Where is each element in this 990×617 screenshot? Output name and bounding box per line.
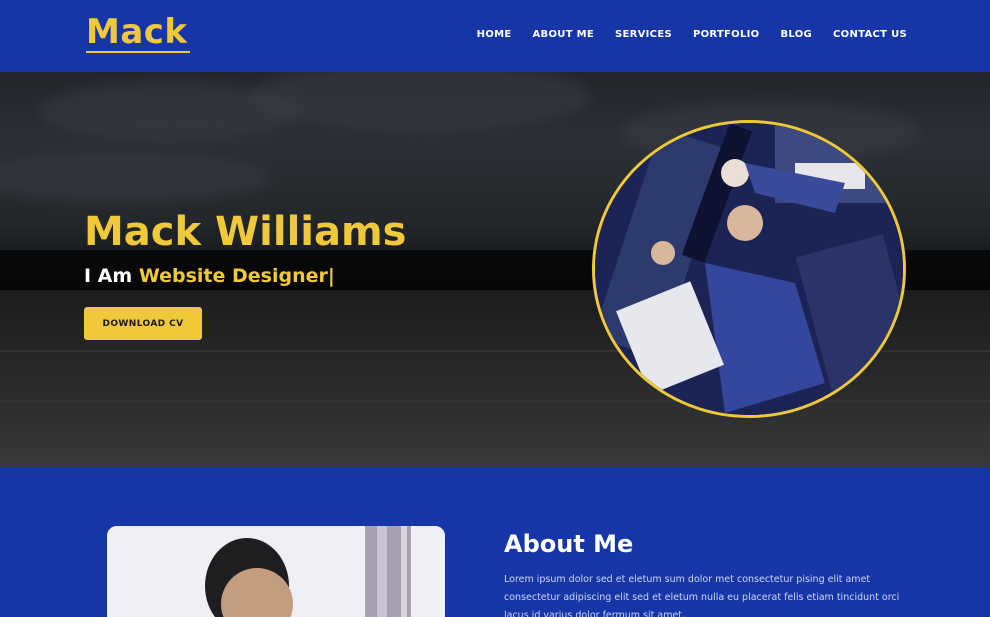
logo-underline xyxy=(86,51,190,53)
about-text: Lorem ipsum dolor sed et eletum sum dolo… xyxy=(504,574,900,617)
site-logo[interactable]: Mack xyxy=(86,12,188,52)
nav-contact-us[interactable]: CONTACT US xyxy=(833,29,907,40)
top-navbar: Mack HOME ABOUT ME SERVICES PORTFOLIO BL… xyxy=(0,0,990,72)
nav-about-me[interactable]: ABOUT ME xyxy=(533,29,594,40)
road-line xyxy=(0,400,990,402)
nav-services[interactable]: SERVICES xyxy=(615,29,672,40)
hero-intro: I Am xyxy=(84,265,139,287)
hero-section: Mack Williams I Am Website Designer| DOW… xyxy=(0,72,990,467)
nav-portfolio[interactable]: PORTFOLIO xyxy=(693,29,760,40)
main-menu: HOME ABOUT ME SERVICES PORTFOLIO BLOG CO… xyxy=(477,29,907,40)
cloud-shape xyxy=(250,72,590,132)
about-title: About Me xyxy=(504,530,634,558)
hero-role: Website Designer| xyxy=(138,265,335,287)
download-cv-button[interactable]: DOWNLOAD CV xyxy=(84,307,202,340)
portrait-illustration xyxy=(595,123,903,415)
hero-portrait-image xyxy=(592,120,906,418)
about-photo xyxy=(107,526,445,617)
nav-blog[interactable]: BLOG xyxy=(780,29,812,40)
nav-home[interactable]: HOME xyxy=(477,29,512,40)
hero-name: Mack Williams xyxy=(84,209,407,255)
about-photo-card xyxy=(107,526,445,617)
hero-subtitle: I Am Website Designer| xyxy=(84,265,335,287)
cloud-shape xyxy=(0,152,270,202)
